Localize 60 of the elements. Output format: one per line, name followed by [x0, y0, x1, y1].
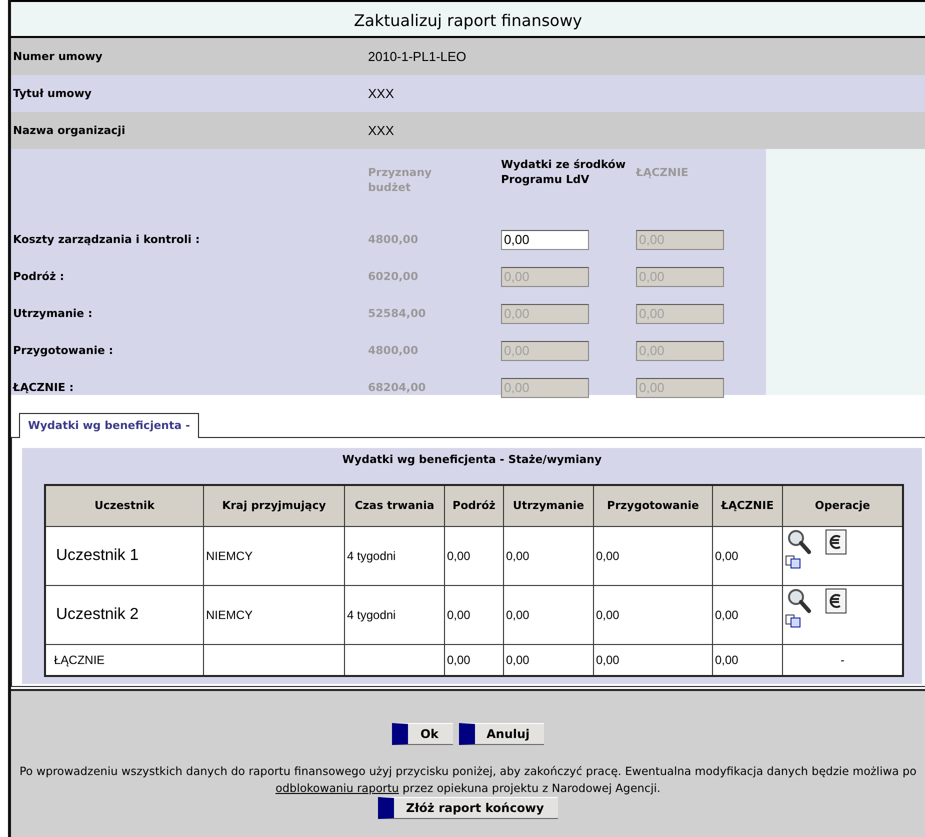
granted-amount: 68204,00: [368, 381, 427, 394]
field-value: 2010-1-PL1-LEO: [368, 49, 466, 64]
field-label: Nazwa organizacji: [12, 124, 126, 137]
column-header: Przyznany budżet: [368, 165, 433, 195]
copy-icon[interactable]: [785, 555, 801, 569]
panel-title: Wydatki wg beneficjenta - Staże/wymiany: [341, 452, 603, 468]
column-header: ŁĄCZNIE: [636, 165, 690, 180]
column-header: Czas trwania: [344, 485, 444, 526]
column-header: Utrzymanie: [504, 485, 594, 526]
column-header: ŁĄCZNIE: [712, 485, 782, 526]
column-header: Podróż: [444, 485, 504, 526]
field-label: Tytuł umowy: [12, 87, 93, 100]
granted-amount: 52584,00: [368, 307, 427, 320]
cost-label: ŁĄCZNIE :: [12, 381, 75, 394]
table-cell: Uczestnik 1: [45, 526, 204, 586]
table-cell: 0,00: [444, 644, 504, 676]
table-cell: 0,00: [594, 586, 712, 644]
action-button[interactable]: Anuluj: [458, 723, 544, 745]
window-title: Zaktualizuj raport finansowy: [11, 0, 925, 38]
granted-amount: 4800,00: [368, 233, 420, 246]
search-icon[interactable]: [787, 529, 811, 555]
table-cell: 0,00: [712, 586, 782, 644]
table-cell: 0,00: [712, 526, 782, 586]
table-cell: 0,00: [594, 526, 712, 586]
granted-amount: 4800,00: [368, 344, 420, 357]
table-cell: 0,00: [444, 526, 504, 586]
submit-button[interactable]: Złóż raport końcowy: [378, 797, 558, 819]
euro-document-icon[interactable]: [825, 529, 847, 555]
table-cell: 0,00: [712, 644, 782, 676]
table-cell: 0,00: [504, 586, 594, 644]
table-cell: 4 tygodni: [344, 586, 444, 644]
table-cell: 4 tygodni: [344, 526, 444, 586]
copy-icon[interactable]: [785, 614, 801, 628]
table-cell: 0,00: [504, 526, 594, 586]
action-button[interactable]: Ok: [392, 723, 453, 745]
table-cell: NIEMCY: [204, 586, 344, 644]
info-text: Po wprowadzeniu wszystkich danych do raportu finansowego użyj przycisku poniżej, aby zakończyć pracę. Ewentualna modyfikacja danych będzie możliwa po odblokowaniu raportu przez opiekuna projektu z Narodowej Agencji.: [18, 764, 918, 797]
field-value: XXX: [368, 86, 394, 101]
table-cell: 0,00: [444, 586, 504, 644]
column-header: Wydatki ze środków Programu LdV: [501, 157, 626, 187]
tab[interactable]: Wydatki wg beneficjenta -: [19, 413, 200, 438]
column-header: Kraj przyjmujący: [204, 485, 344, 526]
granted-amount: 6020,00: [368, 270, 420, 283]
cost-label: Koszty zarządzania i kontroli :: [12, 233, 201, 246]
cost-label: Przygotowanie :: [12, 344, 114, 357]
search-icon[interactable]: [787, 588, 811, 614]
amount-input[interactable]: 0,00: [501, 230, 589, 250]
euro-document-icon[interactable]: [825, 588, 847, 614]
field-value: XXX: [368, 123, 394, 138]
unlock-link[interactable]: odblokowaniu raportu: [275, 782, 399, 795]
table-cell: 0,00: [594, 644, 712, 676]
column-header: Uczestnik: [45, 485, 204, 526]
column-header: Operacje: [782, 485, 903, 526]
field-label: Numer umowy: [12, 50, 104, 63]
table-cell: NIEMCY: [204, 526, 344, 586]
column-header: Przygotowanie: [594, 485, 712, 526]
table-cell: Uczestnik 2: [45, 586, 204, 644]
table-cell: 0,00: [504, 644, 594, 676]
cost-label: Podróż :: [12, 270, 66, 283]
cost-label: Utrzymanie :: [12, 307, 94, 320]
